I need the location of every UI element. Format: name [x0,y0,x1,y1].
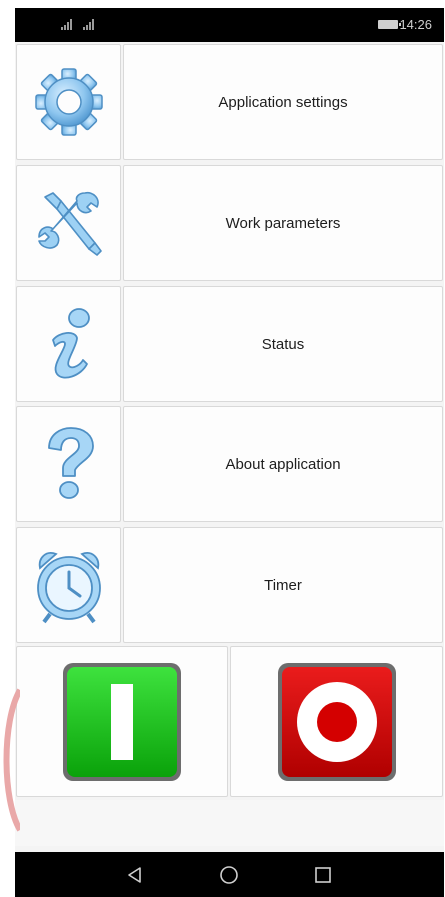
wrench-screwdriver-icon [37,191,102,256]
menu-item-application-settings[interactable]: Application settings [15,42,444,162]
question-icon [47,427,94,499]
battery-icon [378,20,401,29]
menu-icon-cell[interactable] [16,44,121,160]
empty-area [15,800,444,846]
menu-icon-cell[interactable] [16,406,121,522]
recents-icon[interactable] [293,852,353,897]
menu-icon-cell[interactable] [16,165,121,281]
menu-label[interactable]: Timer [123,527,443,643]
menu-item-timer[interactable]: Timer [15,525,444,645]
app-screen: 14:26 Application settings Work paramete… [15,8,444,897]
status-time: 14:26 [399,17,432,32]
menu-label[interactable]: Work parameters [123,165,443,281]
gear-icon [34,68,103,136]
menu-icon-cell[interactable] [16,286,121,402]
signal-icon [59,18,103,30]
info-icon [51,308,90,379]
stop-button[interactable] [230,646,443,797]
menu-label[interactable]: Application settings [123,44,443,160]
home-icon[interactable] [199,852,259,897]
navigation-bar [15,852,444,897]
decorative-arc [3,688,20,832]
start-button[interactable] [16,646,228,797]
menu-item-about-application[interactable]: About application [15,404,444,524]
power-off-icon [277,662,396,781]
back-icon[interactable] [105,852,165,897]
status-bar: 14:26 [15,8,444,42]
control-row [15,646,444,798]
menu-item-status[interactable]: Status [15,284,444,404]
alarm-clock-icon [36,552,101,624]
menu-item-work-parameters[interactable]: Work parameters [15,163,444,283]
power-on-icon [63,662,181,781]
menu-label[interactable]: Status [123,286,443,402]
menu-icon-cell[interactable] [16,527,121,643]
menu-label[interactable]: About application [123,406,443,522]
